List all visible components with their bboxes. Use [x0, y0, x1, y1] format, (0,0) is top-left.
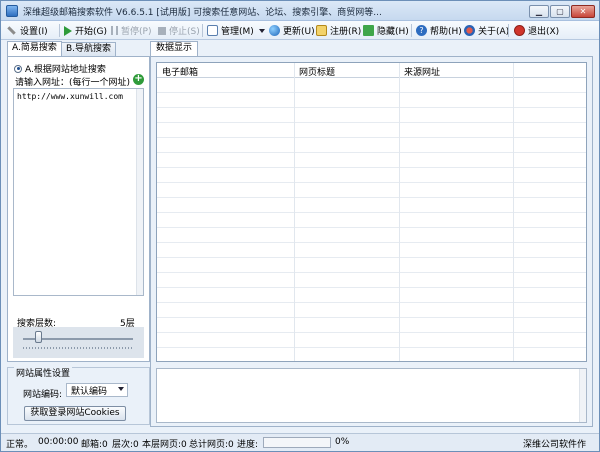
- status-level: 层次:0: [112, 440, 139, 450]
- slider-ticks: [23, 347, 133, 349]
- exit-button[interactable]: 退出(X): [514, 23, 559, 38]
- chevron-down-icon: [258, 28, 265, 33]
- help-button[interactable]: ? 帮助(H): [416, 23, 462, 38]
- left-tabs: A.简易搜索 B.导航搜索: [7, 41, 150, 56]
- status-page-current: 本层网页:0: [142, 440, 187, 450]
- simple-search-panel: A.根据网站地址搜索 请输入网址：(每行一个网址) + http://www.x…: [7, 56, 150, 362]
- settings-button[interactable]: 设置(I): [6, 23, 48, 38]
- play-icon: [64, 25, 72, 36]
- manage-button[interactable]: 管理(M): [207, 23, 265, 38]
- column-divider: [513, 63, 514, 361]
- pause-button[interactable]: 暂停(P): [111, 23, 151, 38]
- status-page-total: 总计网页:0: [189, 440, 234, 450]
- url-text: http://www.xunwill.com: [17, 92, 123, 101]
- status-bar: 正常。 00:00:00 邮箱:0 层次:0 本层网页:0 总计网页:0 进度:…: [1, 433, 599, 451]
- help-icon: ?: [416, 25, 427, 36]
- encoding-value: 默认编码: [71, 386, 108, 397]
- column-divider: [399, 63, 400, 361]
- pause-icon: [111, 26, 118, 35]
- toolbar-separator: [59, 24, 60, 37]
- log-scrollbar[interactable]: [579, 369, 586, 422]
- table-header: 电子邮箱 网页标题 来源网址: [157, 63, 586, 78]
- depth-slider[interactable]: [13, 327, 144, 358]
- document-icon: [207, 25, 218, 36]
- about-button[interactable]: 关于(A): [464, 23, 509, 38]
- column-divider: [294, 63, 295, 361]
- status-time: 00:00:00: [38, 437, 79, 447]
- app-icon: [6, 5, 18, 17]
- minimize-button[interactable]: ▁: [529, 5, 549, 18]
- wrench-icon: [7, 26, 16, 35]
- maximize-button[interactable]: ▢: [550, 5, 570, 18]
- exit-icon: [514, 25, 525, 36]
- encoding-select[interactable]: 默认编码: [66, 383, 128, 397]
- left-panel: A.简易搜索 B.导航搜索 A.根据网站地址搜索 请输入网址：(每行一个网址) …: [7, 41, 150, 427]
- window-title: 深维超级邮箱搜索软件 V6.6.5.1 [试用版] 可搜索任意网站、论坛、搜索引…: [23, 8, 382, 18]
- register-icon: [316, 25, 327, 36]
- data-display-panel: 电子邮箱 网页标题 来源网址: [150, 56, 593, 427]
- log-textarea[interactable]: [156, 368, 587, 423]
- status-progress-label: 进度:: [237, 440, 259, 450]
- register-button[interactable]: 注册(R): [316, 23, 361, 38]
- close-button[interactable]: ✕: [571, 5, 595, 18]
- hide-button[interactable]: 隐藏(H): [363, 23, 409, 38]
- results-table[interactable]: 电子邮箱 网页标题 来源网址: [156, 62, 587, 362]
- url-scrollbar[interactable]: [136, 89, 143, 295]
- get-cookies-button[interactable]: 获取登录网站Cookies: [24, 406, 126, 421]
- tab-nav-search[interactable]: B.导航搜索: [61, 42, 117, 56]
- radio-label: A.根据网站地址搜索: [25, 65, 106, 75]
- site-settings-group: 网站属性设置 网站编码: 默认编码 获取登录网站Cookies: [7, 366, 150, 425]
- chevron-down-icon: [118, 387, 124, 391]
- url-search-radio-row[interactable]: A.根据网站地址搜索: [14, 62, 106, 75]
- tab-data-display[interactable]: 数据显示: [150, 41, 199, 56]
- status-progress-percent: 0%: [335, 437, 350, 447]
- stop-button[interactable]: 停止(S): [158, 23, 200, 38]
- toolbar: 设置(I) 开始(G) 暂停(P) 停止(S) 管理(M) 更新(U) 注册(R…: [1, 21, 599, 40]
- status-state: 正常。: [6, 440, 34, 450]
- slider-thumb[interactable]: [35, 331, 42, 343]
- title-bar: 深维超级邮箱搜索软件 V6.6.5.1 [试用版] 可搜索任意网站、论坛、搜索引…: [1, 1, 599, 21]
- update-button[interactable]: 更新(U): [269, 23, 315, 38]
- toolbar-separator: [411, 24, 412, 37]
- stop-icon: [158, 26, 166, 35]
- start-button[interactable]: 开始(G): [64, 23, 107, 38]
- url-textarea[interactable]: http://www.xunwill.com: [13, 88, 144, 296]
- tab-simple-search[interactable]: A.简易搜索: [7, 41, 62, 56]
- group-title: 网站属性设置: [14, 366, 73, 379]
- progress-bar: [263, 437, 331, 448]
- globe-icon: [269, 25, 280, 36]
- people-icon: [464, 25, 475, 36]
- app-window: 深维超级邮箱搜索软件 V6.6.5.1 [试用版] 可搜索任意网站、论坛、搜索引…: [0, 0, 600, 452]
- url-input-label: 请输入网址：(每行一个网址): [15, 78, 131, 88]
- status-company: 深维公司软件作: [523, 440, 587, 450]
- add-icon[interactable]: +: [133, 74, 144, 85]
- column-header-email[interactable]: 电子邮箱: [162, 65, 198, 78]
- encoding-label: 网站编码:: [23, 390, 63, 400]
- toolbar-separator: [508, 24, 509, 37]
- column-header-source[interactable]: 来源网址: [404, 65, 440, 78]
- download-icon: [363, 25, 374, 36]
- toolbar-separator: [202, 24, 203, 37]
- status-mailbox: 邮箱:0: [81, 440, 108, 450]
- radio-button[interactable]: [14, 64, 22, 73]
- column-header-title[interactable]: 网页标题: [299, 65, 335, 78]
